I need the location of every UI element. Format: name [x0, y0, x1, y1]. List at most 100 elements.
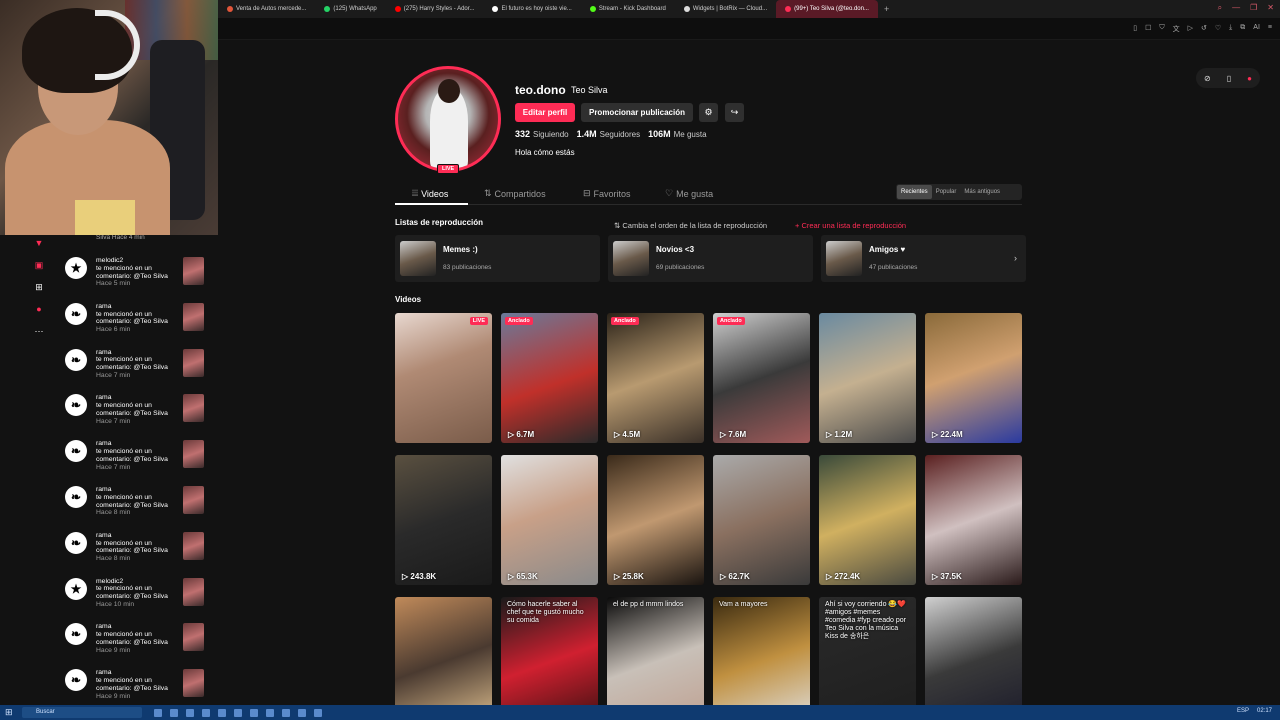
notification-item[interactable]: ★ melodic2 te mencionó en un comentario: @…	[58, 241, 216, 287]
notification-user[interactable]: rama	[96, 486, 186, 494]
notification-item[interactable]: ❧ rama te mencionó en un comentario: @Teo …	[58, 287, 216, 333]
video-card[interactable]: ▷ 25.8K	[607, 455, 704, 585]
browser-tab[interactable]: El futuro es hoy oiste vie...	[483, 0, 580, 18]
video-card[interactable]: ▷ 37.5K	[925, 455, 1022, 585]
playlist-card[interactable]: Memes :) 83 publicaciones	[395, 235, 600, 282]
bookmark-icon[interactable]: ▯	[1133, 24, 1137, 34]
taskbar-search[interactable]: Buscar	[22, 707, 142, 718]
settings-button[interactable]: ⚙	[699, 103, 718, 122]
app-icon[interactable]	[250, 708, 258, 717]
history-icon[interactable]: ↺	[1201, 24, 1207, 34]
video-card[interactable]: ▷ 1.2M	[819, 313, 916, 443]
video-card[interactable]: Anclado ▷ 6.7M	[501, 313, 598, 443]
video-card[interactable]: Anclado ▷ 7.6M	[713, 313, 810, 443]
ai-button[interactable]: AI	[1253, 24, 1260, 34]
user-avatar-icon[interactable]: ●	[1247, 74, 1252, 83]
notification-thumbnail[interactable]	[183, 623, 204, 652]
tab-liked[interactable]: ♡ Me gusta	[665, 188, 713, 199]
notification-thumbnail[interactable]	[183, 669, 204, 698]
playlist-card[interactable]: Amigos ♥ 47 publicaciones	[821, 235, 1026, 282]
profile-avatar[interactable]	[395, 66, 501, 172]
maximize-icon[interactable]: ❐	[1250, 3, 1257, 13]
notification-item[interactable]: ❧ rama te mencionó en un comentario: @Teo …	[58, 424, 216, 471]
create-playlist-link[interactable]: + Crear una lista de reproducción	[795, 221, 906, 230]
edit-profile-button[interactable]: Editar perfil	[515, 103, 575, 122]
minimize-icon[interactable]: —	[1232, 3, 1240, 13]
upload-icon[interactable]: ⊞	[33, 281, 45, 293]
window-icon[interactable]: ☐	[1145, 24, 1151, 34]
user-avatar-icon[interactable]: ★	[65, 257, 87, 279]
notification-item[interactable]: ❧ rama te mencionó en un comentario: @Teo …	[58, 378, 216, 425]
share-button[interactable]: ↪	[725, 103, 744, 122]
app-icon[interactable]	[282, 708, 290, 717]
browser-tab[interactable]: (99+) Teo Silva (@teo.don...	[776, 0, 878, 18]
play-icon[interactable]: ▷	[1188, 24, 1193, 34]
reorder-playlists-link[interactable]: ⇅ Cambia el orden de la lista de reprodu…	[614, 221, 767, 230]
browser-tab[interactable]: Stream - Kick Dashboard	[581, 0, 675, 18]
shield-icon[interactable]: ⛉	[1159, 24, 1164, 34]
heart-icon[interactable]: ♡	[1215, 24, 1221, 34]
notification-user[interactable]: rama	[96, 669, 186, 677]
video-card[interactable]: Vam a mayores	[713, 597, 810, 720]
video-card[interactable]: Ahí si voy corriendo 😂❤️ #amigos #memes …	[819, 597, 916, 720]
chevron-right-icon[interactable]: ›	[1014, 253, 1017, 263]
browser-tab[interactable]: Venta de Autos mercede...	[218, 0, 315, 18]
notification-user[interactable]: rama	[96, 394, 186, 402]
notification-user[interactable]: rama	[96, 303, 186, 311]
tab-shared[interactable]: ⇅ Compartidos	[484, 188, 546, 199]
app-icon[interactable]	[170, 708, 178, 717]
notification-user[interactable]: rama	[96, 349, 186, 357]
user-avatar-icon[interactable]: ❧	[65, 485, 87, 508]
language-indicator[interactable]: ESP	[1237, 708, 1249, 714]
user-avatar-icon[interactable]: ❧	[65, 531, 87, 554]
notification-thumbnail[interactable]	[183, 302, 204, 331]
notification-item[interactable]: ❧ rama te mencionó en un comentario: @Teo …	[58, 653, 216, 700]
notification-user[interactable]: melodic2	[96, 578, 186, 586]
notification-thumbnail[interactable]	[183, 394, 204, 423]
app-icon[interactable]	[202, 708, 210, 717]
video-card[interactable]: ▷ 272.4K	[819, 455, 916, 585]
windows-start-icon[interactable]: ⊞	[5, 707, 13, 718]
notification-thumbnail[interactable]	[183, 440, 204, 469]
close-icon[interactable]: ✕	[1267, 3, 1274, 13]
compass-icon[interactable]: ⊘	[1204, 74, 1211, 83]
app-icon[interactable]	[186, 708, 194, 717]
app-icon[interactable]	[218, 708, 226, 717]
user-avatar-icon[interactable]: ❧	[65, 623, 87, 646]
stat-followers[interactable]: 1.4M Seguidores	[577, 129, 641, 139]
phone-icon[interactable]: ▯	[1227, 74, 1231, 83]
tab-videos[interactable]: ⦙⦙⦙ Videos	[412, 188, 448, 199]
video-card[interactable]: ▷ 62.7K	[713, 455, 810, 585]
notification-item[interactable]: ❧ rama te mencionó en un comentario: @Teo …	[58, 607, 216, 654]
tab-favorites[interactable]: ⊟ Favoritos	[583, 188, 631, 199]
translate-icon[interactable]: 文	[1173, 24, 1180, 34]
user-avatar-icon[interactable]: ❧	[65, 302, 87, 325]
notification-item[interactable]: ❧ rama te mencionó en un comentario: @Teo …	[58, 333, 216, 379]
search-icon[interactable]: ⌕	[1218, 3, 1222, 13]
logo-icon[interactable]: ▼	[33, 237, 45, 249]
notification-item[interactable]: ❧ rama te mencionó en un comentario: @Teo …	[58, 516, 216, 562]
user-avatar-icon[interactable]: ❧	[65, 394, 87, 417]
menu-icon[interactable]: ≡	[1268, 24, 1272, 34]
notification-item[interactable]: ❧ rama te mencionó en un comentario: @Teo …	[58, 470, 216, 516]
notification-item[interactable]: ★ melodic2 te mencionó en un comentario: @…	[58, 562, 216, 608]
notification-thumbnail[interactable]	[183, 348, 204, 377]
stat-following[interactable]: 332 Siguiendo	[515, 129, 569, 139]
app-icon[interactable]	[314, 708, 322, 717]
user-avatar-icon[interactable]: ❧	[65, 669, 87, 692]
notification-thumbnail[interactable]	[183, 485, 204, 514]
notification-thumbnail[interactable]	[183, 257, 204, 285]
sort-oldest[interactable]: Más antiguos	[960, 185, 1004, 199]
app-icon[interactable]	[234, 708, 242, 717]
video-card[interactable]: Anclado ▷ 4.5M	[607, 313, 704, 443]
live-badge[interactable]: LIVE	[437, 164, 460, 174]
clock[interactable]: 02:17	[1257, 708, 1272, 714]
video-card[interactable]: LIVE	[395, 313, 492, 443]
extension-icon[interactable]: ⧉	[1240, 24, 1245, 34]
profile-avatar-icon[interactable]: ●	[33, 303, 45, 315]
notification-user[interactable]: rama	[96, 440, 186, 448]
new-tab-button[interactable]: +	[878, 4, 895, 14]
playlist-card[interactable]: Novios <3 69 publicaciones	[608, 235, 813, 282]
video-card[interactable]: ▷ 243.8K	[395, 455, 492, 585]
app-icon[interactable]	[266, 708, 274, 717]
